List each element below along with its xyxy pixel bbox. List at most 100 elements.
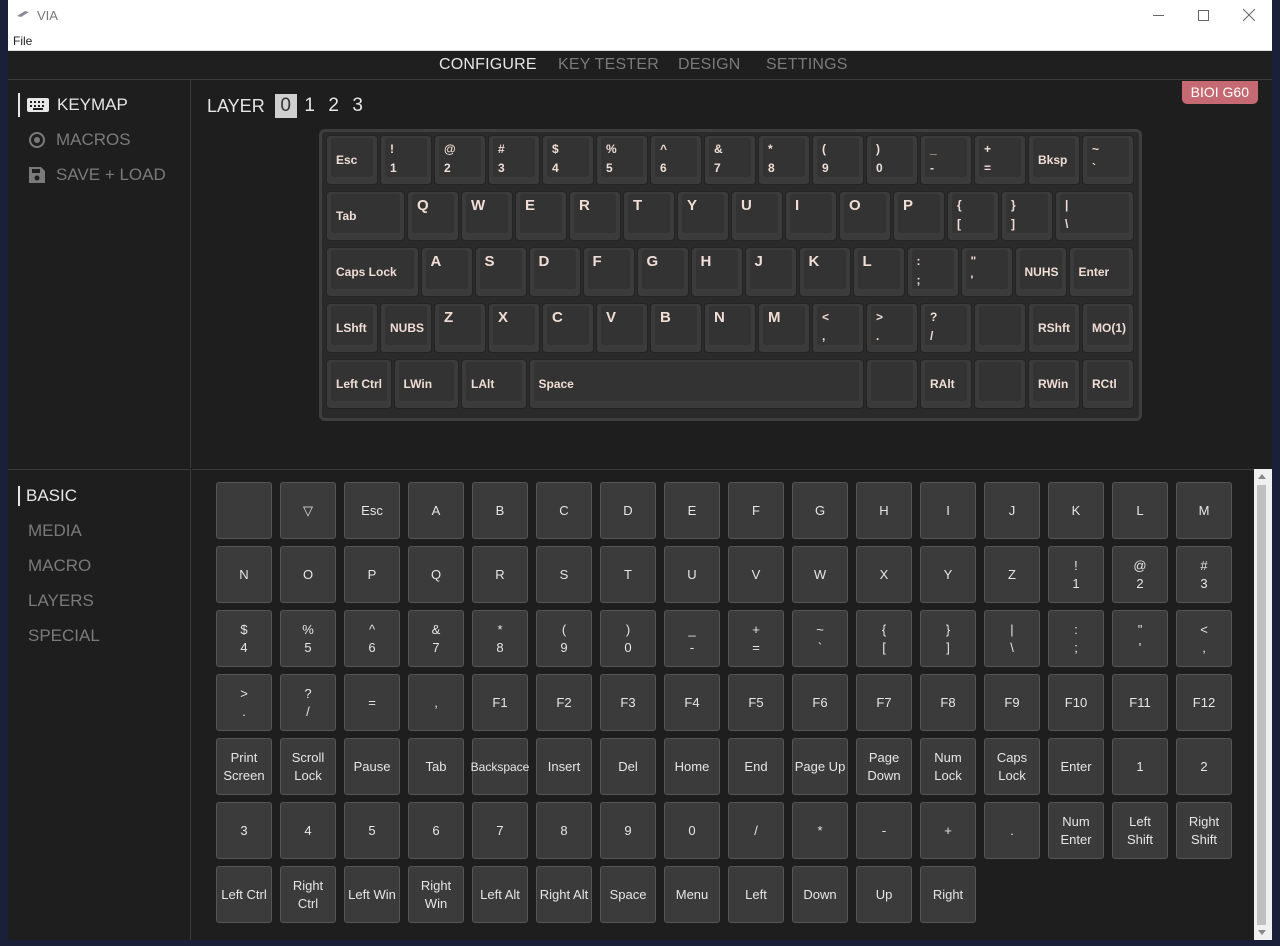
keycode-button[interactable]: ^ 6 <box>344 610 400 667</box>
keycode-button[interactable]: R <box>472 546 528 603</box>
keycode-button[interactable]: # 3 <box>1176 546 1232 603</box>
keymap-key[interactable]: ~ ` <box>1082 135 1134 185</box>
keymap-key[interactable]: :; <box>906 247 959 297</box>
keycode-button[interactable]: _ - <box>664 610 720 667</box>
keymap-key[interactable]: }] <box>1001 191 1053 241</box>
keycode-button[interactable]: Pause <box>344 738 400 795</box>
keycode-button[interactable]: 7 <box>472 802 528 859</box>
keycode-button[interactable]: Page Down <box>856 738 912 795</box>
keycode-button[interactable]: + = <box>728 610 784 667</box>
keymap-key[interactable]: ! 1 <box>380 135 432 185</box>
keymap-key[interactable]: G <box>636 247 689 297</box>
keycode-button[interactable]: F11 <box>1112 674 1168 731</box>
keymap-key[interactable]: M <box>758 303 810 353</box>
layer-2-button[interactable]: 2 <box>323 94 345 118</box>
close-button[interactable] <box>1226 0 1272 30</box>
keycode-button[interactable]: ( 9 <box>536 610 592 667</box>
keymap-key[interactable]: <, <box>812 303 864 353</box>
keycode-button[interactable]: N <box>216 546 272 603</box>
keymap-key[interactable]: D <box>528 247 581 297</box>
category-basic[interactable]: BASIC <box>18 486 77 506</box>
keycode-button[interactable]: G <box>792 482 848 539</box>
keycode-button[interactable]: Right <box>920 866 976 923</box>
keymap-key[interactable] <box>974 303 1026 353</box>
keycode-button[interactable]: 8 <box>536 802 592 859</box>
keymap-key[interactable]: MO(1) <box>1082 303 1134 353</box>
keycode-button[interactable]: $ 4 <box>216 610 272 667</box>
keycode-button[interactable]: ! 1 <box>1048 546 1104 603</box>
keycode-button[interactable]: I <box>920 482 976 539</box>
keycode-button[interactable]: ~ ` <box>792 610 848 667</box>
keymap-key[interactable]: R <box>569 191 621 241</box>
keymap-key[interactable]: & 7 <box>704 135 756 185</box>
keycode-button[interactable]: Y <box>920 546 976 603</box>
keymap-key[interactable]: + = <box>974 135 1026 185</box>
keycode-button[interactable]: 5 <box>344 802 400 859</box>
keycode-button[interactable]: S <box>536 546 592 603</box>
keymap-key[interactable]: @2 <box>434 135 486 185</box>
keycode-button[interactable]: T <box>600 546 656 603</box>
keymap-key[interactable]: C <box>542 303 594 353</box>
keycode-button[interactable]: , <box>408 674 464 731</box>
keycode-button[interactable]: 9 <box>600 802 656 859</box>
keymap-key[interactable]: NUBS <box>380 303 432 353</box>
keycode-button[interactable]: F6 <box>792 674 848 731</box>
keymap-key[interactable]: LAlt <box>461 359 527 409</box>
keycode-button[interactable]: < , <box>1176 610 1232 667</box>
keycode-button[interactable]: / <box>728 802 784 859</box>
keycode-button[interactable]: Print Screen <box>216 738 272 795</box>
keycode-button[interactable]: E <box>664 482 720 539</box>
keycode-button[interactable]: Right Win <box>408 866 464 923</box>
keycode-button[interactable]: = <box>344 674 400 731</box>
keycode-button[interactable]: Num Lock <box>920 738 976 795</box>
keycode-button[interactable]: : ; <box>1048 610 1104 667</box>
keycode-button[interactable]: Left <box>728 866 784 923</box>
keycode-button[interactable]: & 7 <box>408 610 464 667</box>
keymap-key[interactable]: H <box>690 247 743 297</box>
keymap-key[interactable]: Z <box>434 303 486 353</box>
keycode-button[interactable]: Insert <box>536 738 592 795</box>
keymap-key[interactable]: % 5 <box>596 135 648 185</box>
keycode-button[interactable]: Scroll Lock <box>280 738 336 795</box>
tab-key-tester[interactable]: KEY TESTER <box>558 56 659 74</box>
keycode-button[interactable]: U <box>664 546 720 603</box>
keymap-key[interactable]: $4 <box>542 135 594 185</box>
keymap-key[interactable]: P <box>893 191 945 241</box>
keycode-button[interactable]: Z <box>984 546 1040 603</box>
keycode-button[interactable]: > . <box>216 674 272 731</box>
keymap-key[interactable]: N <box>704 303 756 353</box>
keycode-button[interactable]: Del <box>600 738 656 795</box>
keycode-button[interactable]: V <box>728 546 784 603</box>
layer-0-button[interactable]: 0 <box>274 94 297 118</box>
keycode-button[interactable]: . <box>984 802 1040 859</box>
keycode-button[interactable]: } ] <box>920 610 976 667</box>
keycode-button[interactable]: F7 <box>856 674 912 731</box>
keymap-key[interactable]: J <box>744 247 797 297</box>
keycode-button[interactable]: Up <box>856 866 912 923</box>
keymap-key[interactable]: K <box>798 247 851 297</box>
keymap-key[interactable]: LWin <box>393 359 459 409</box>
keymap-key[interactable]: A <box>420 247 473 297</box>
keycode-button[interactable]: F3 <box>600 674 656 731</box>
layer-3-button[interactable]: 3 <box>347 94 369 118</box>
keymap-key[interactable]: Left Ctrl <box>326 359 392 409</box>
keycode-button[interactable]: Space <box>600 866 656 923</box>
keymap-key[interactable]: T <box>623 191 675 241</box>
keymap-key[interactable] <box>974 359 1026 409</box>
keycode-button[interactable]: Num Enter <box>1048 802 1104 859</box>
category-layers[interactable]: LAYERS <box>28 591 94 611</box>
keycode-button[interactable]: L <box>1112 482 1168 539</box>
keycode-button[interactable]: W <box>792 546 848 603</box>
keycode-button[interactable]: Page Up <box>792 738 848 795</box>
keymap-key[interactable]: {[ <box>947 191 999 241</box>
keycode-button[interactable]: Right Alt <box>536 866 592 923</box>
keymap-key[interactable]: ) 0 <box>866 135 918 185</box>
keycode-button[interactable]: End <box>728 738 784 795</box>
keycode-button[interactable]: K <box>1048 482 1104 539</box>
sidebar-item-save-load[interactable]: SAVE + LOAD <box>26 163 166 187</box>
keycode-button[interactable]: X <box>856 546 912 603</box>
keymap-key[interactable]: F <box>582 247 635 297</box>
keycode-button[interactable]: F9 <box>984 674 1040 731</box>
keycode-button[interactable]: @ 2 <box>1112 546 1168 603</box>
minimize-button[interactable] <box>1135 0 1181 30</box>
